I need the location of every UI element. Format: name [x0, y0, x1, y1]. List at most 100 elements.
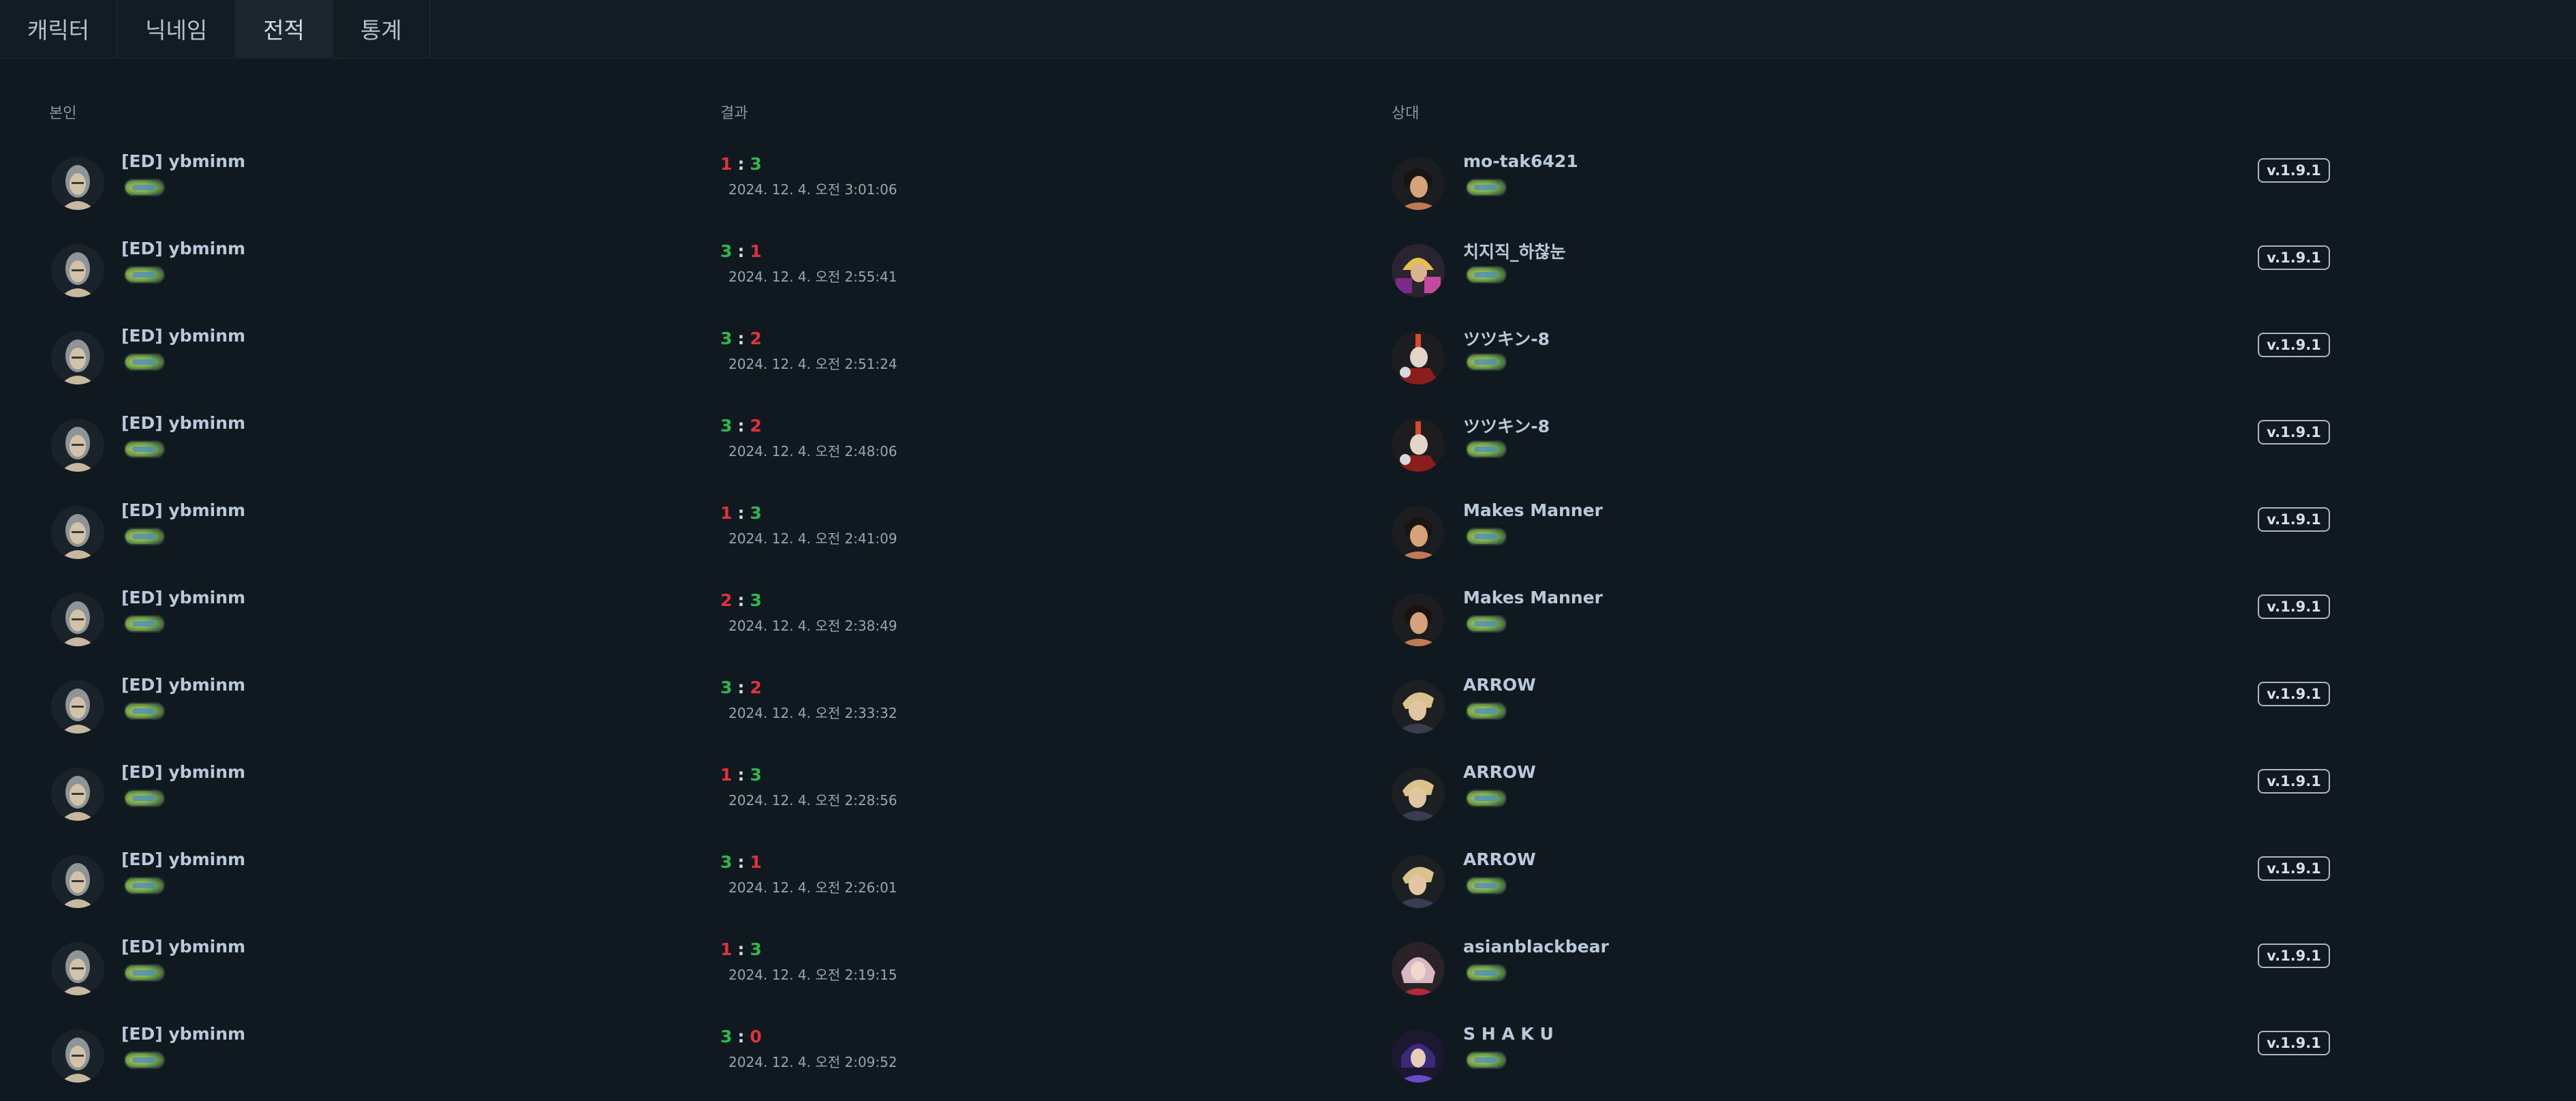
score-separator: :: [737, 590, 745, 610]
match-date: 2024. 12. 4. 오전 2:48:06: [729, 443, 898, 459]
opponent-player-name[interactable]: ARROW: [1463, 849, 1536, 869]
version-badge: v.1.9.1: [2258, 944, 2330, 968]
self-rank-badge-icon: [124, 440, 165, 458]
match-score: 1:3: [720, 939, 762, 959]
match-row[interactable]: [ED] ybminm 3:2 2024. 12. 4. 오전 2:33:32 ARR…: [0, 663, 2576, 750]
match-score: 1:3: [720, 503, 762, 523]
opponent-score: 3: [750, 503, 762, 523]
opponent-player-name[interactable]: ツツキン-8: [1463, 413, 1550, 438]
self-character-avatar: [51, 593, 104, 646]
match-row[interactable]: [ED] ybminm 1:3 2024. 12. 4. 오전 2:28:56 ARR…: [0, 750, 2576, 837]
version-badge: v.1.9.1: [2258, 594, 2330, 619]
match-row[interactable]: [ED] ybminm 3:0 2024. 12. 4. 오전 2:09:52 S H…: [0, 1012, 2576, 1099]
self-player-name[interactable]: [ED] ybminm: [121, 413, 245, 433]
self-score: 3: [720, 678, 733, 697]
match-row[interactable]: [ED] ybminm 3:2 2024. 12. 4. 오전 2:48:06 ツツキ…: [0, 401, 2576, 488]
opponent-score: 1: [750, 241, 762, 261]
opponent-player-name[interactable]: ARROW: [1463, 762, 1536, 782]
opponent-player-name[interactable]: ツツキン-8: [1463, 326, 1550, 350]
version-badge: v.1.9.1: [2258, 769, 2330, 794]
match-score: 3:1: [720, 852, 762, 872]
blond-boxer-icon: [1392, 680, 1445, 734]
self-player-name[interactable]: [ED] ybminm: [121, 675, 245, 695]
match-row[interactable]: [ED] ybminm 2:3 2024. 12. 4. 오전 2:38:49 Mak…: [0, 575, 2576, 663]
black-hair-fighter-icon: [1392, 157, 1445, 210]
column-header-self: 본인: [49, 105, 77, 122]
opponent-rank-badge-icon: [1466, 179, 1507, 196]
opponent-rank-badge-icon: [1466, 528, 1507, 545]
match-date: 2024. 12. 4. 오전 2:33:32: [729, 705, 898, 721]
self-player-name[interactable]: [ED] ybminm: [121, 500, 245, 520]
match-row[interactable]: [ED] ybminm 3:1 2024. 12. 4. 오전 2:55:41 치지직…: [0, 226, 2576, 314]
tab-bar: 캐릭터 닉네임 전적 통계: [0, 0, 2576, 57]
self-player-name[interactable]: [ED] ybminm: [121, 937, 245, 956]
score-separator: :: [737, 154, 745, 174]
score-separator: :: [737, 678, 745, 697]
tab-match-history[interactable]: 전적: [236, 0, 333, 57]
blonde-armored-fighter-icon: [1392, 244, 1445, 297]
opponent-player-name[interactable]: mo-tak6421: [1463, 151, 1578, 171]
match-row[interactable]: [ED] ybminm 1:3 2024. 12. 4. 오전 2:19:15 asi…: [0, 924, 2576, 1012]
self-rank-badge-icon: [124, 528, 165, 545]
match-row[interactable]: [ED] ybminm 1:3 2024. 12. 4. 오전 3:01:06 mo-…: [0, 139, 2576, 226]
self-player-name[interactable]: [ED] ybminm: [121, 326, 245, 346]
score-separator: :: [737, 1027, 745, 1046]
self-character-avatar: [51, 331, 104, 384]
opponent-player-name[interactable]: Makes Manner: [1463, 500, 1603, 520]
opponent-rank-badge-icon: [1466, 1051, 1507, 1069]
opponent-score: 3: [750, 590, 762, 610]
self-rank-badge-icon: [124, 179, 165, 196]
match-row[interactable]: [ED] ybminm 3:2 2024. 12. 4. 오전 2:51:24 ツツキ…: [0, 314, 2576, 401]
self-player-name[interactable]: [ED] ybminm: [121, 239, 245, 258]
match-score: 3:1: [720, 241, 762, 261]
self-player-name[interactable]: [ED] ybminm: [121, 151, 245, 171]
opponent-score: 1: [750, 852, 762, 872]
self-score: 3: [720, 416, 733, 436]
match-date: 2024. 12. 4. 오전 3:01:06: [729, 181, 898, 198]
red-mohawk-fighter-icon: [1392, 419, 1445, 472]
match-date: 2024. 12. 4. 오전 2:41:09: [729, 530, 898, 547]
match-list: [ED] ybminm 1:3 2024. 12. 4. 오전 3:01:06 mo-…: [0, 139, 2576, 1099]
self-player-name[interactable]: [ED] ybminm: [121, 762, 245, 782]
opponent-player-name[interactable]: 치지직_하찮눈: [1463, 239, 1566, 263]
tab-statistics[interactable]: 통계: [333, 0, 431, 57]
self-score: 1: [720, 503, 733, 523]
self-score: 1: [720, 765, 733, 785]
red-mohawk-fighter-icon: [1392, 331, 1445, 384]
match-row[interactable]: [ED] ybminm 3:1 2024. 12. 4. 오전 2:26:01 ARR…: [0, 837, 2576, 924]
opponent-player-name[interactable]: ARROW: [1463, 675, 1536, 695]
opponent-player-name[interactable]: S H A K U: [1463, 1024, 1554, 1044]
self-player-name[interactable]: [ED] ybminm: [121, 849, 245, 869]
opponent-player-name[interactable]: Makes Manner: [1463, 588, 1603, 607]
self-rank-badge-icon: [124, 266, 165, 284]
opponent-rank-badge-icon: [1466, 789, 1507, 807]
self-rank-badge-icon: [124, 1051, 165, 1069]
match-score: 2:3: [720, 590, 762, 610]
self-character-avatar: [51, 680, 104, 734]
blond-boxer-icon: [1392, 855, 1445, 908]
opponent-score: 3: [750, 154, 762, 174]
self-player-name[interactable]: [ED] ybminm: [121, 588, 245, 607]
self-character-avatar: [51, 942, 104, 995]
score-separator: :: [737, 416, 745, 436]
version-badge: v.1.9.1: [2258, 245, 2330, 270]
tab-nickname[interactable]: 닉네임: [118, 0, 236, 57]
match-row[interactable]: [ED] ybminm 1:3 2024. 12. 4. 오전 2:41:09 Mak…: [0, 488, 2576, 575]
version-badge: v.1.9.1: [2258, 507, 2330, 532]
opponent-player-name[interactable]: asianblackbear: [1463, 937, 1609, 956]
opponent-score: 3: [750, 939, 762, 959]
opponent-rank-badge-icon: [1466, 964, 1507, 982]
self-rank-badge-icon: [124, 353, 165, 371]
match-date: 2024. 12. 4. 오전 2:09:52: [729, 1054, 898, 1070]
self-score: 3: [720, 329, 733, 348]
self-score: 1: [720, 154, 733, 174]
self-rank-badge-icon: [124, 789, 165, 807]
tab-character[interactable]: 캐릭터: [0, 0, 119, 57]
self-player-name[interactable]: [ED] ybminm: [121, 1024, 245, 1044]
version-badge: v.1.9.1: [2258, 856, 2330, 881]
self-character-avatar: [51, 768, 104, 821]
score-separator: :: [737, 241, 745, 261]
match-score: 1:3: [720, 154, 762, 174]
column-header-result: 결과: [720, 105, 748, 122]
match-score: 3:2: [720, 678, 762, 697]
